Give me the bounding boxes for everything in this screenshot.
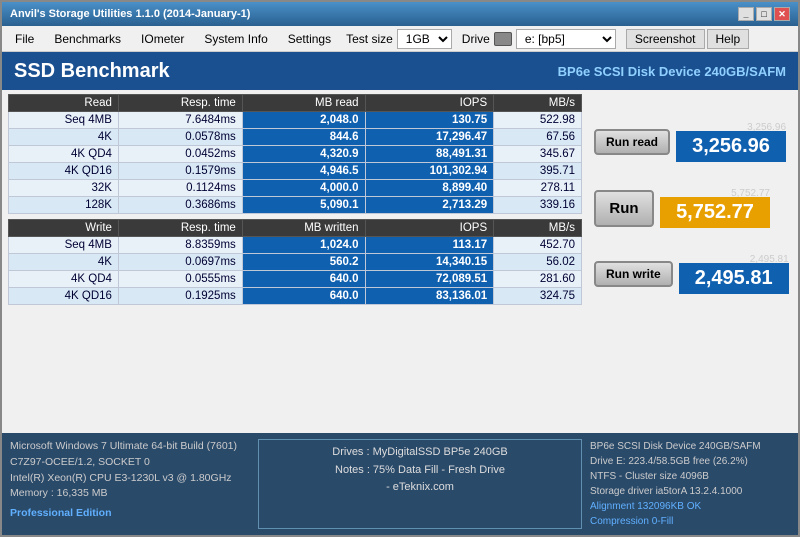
right-panel: Run read 3,256.96 3,256.96 Run 5,752.77 … [588,90,798,433]
write-col-mb: MB written [242,220,365,237]
read-score-box: 3,256.96 [676,131,786,162]
write-col-mbs: MB/s [494,220,582,237]
menu-benchmarks[interactable]: Benchmarks [45,29,130,49]
read-col-mbs: MB/s [494,95,582,112]
pro-edition-label: Professional Edition [10,506,250,522]
drive-select[interactable]: e: [bp5] [516,29,616,49]
drive-icon [494,32,512,46]
read-col-label: Read [9,95,119,112]
main-window: Anvil's Storage Utilities 1.1.0 (2014-Ja… [0,0,800,537]
write-col-iops: IOPS [365,220,494,237]
menu-system-info[interactable]: System Info [195,29,276,49]
sys-line1: Microsoft Windows 7 Ultimate 64-bit Buil… [10,439,250,455]
read-table-row: Seq 4MB7.6484ms2,048.0130.75522.98 [9,112,582,129]
device-info: BP6e SCSI Disk Device 240GB/SAFM [558,64,786,79]
drive-label: Drive [462,32,490,46]
notes-area: Drives : MyDigitalSSD BP5e 240GB Notes :… [258,439,582,529]
test-size-select[interactable]: 1GB [397,29,452,49]
write-header-row: Write Resp. time MB written IOPS MB/s [9,220,582,237]
notes-line2: Notes : 75% Data Fill - Fresh Drive [267,462,573,480]
maximize-button[interactable]: □ [756,7,772,21]
window-title: Anvil's Storage Utilities 1.1.0 (2014-Ja… [10,8,250,20]
bottom-area: Microsoft Windows 7 Ultimate 64-bit Buil… [2,433,798,535]
sys-line2: C7Z97-OCEE/1.2, SOCKET 0 [10,455,250,471]
read-table-row: 4K QD160.1579ms4,946.5101,302.94395.71 [9,163,582,180]
read-score-wrapper: 3,256.96 3,256.96 [676,122,786,162]
write-score-block: Run write 2,495.81 2,495.81 [594,254,792,294]
main-score-wrapper: 5,752.77 5,752.77 [660,188,770,228]
drive-detail-line3: NTFS - Cluster size 4096B [590,469,790,484]
main-score-block: Run 5,752.77 5,752.77 [594,188,792,228]
write-table-row: 4K0.0697ms560.214,340.1556.02 [9,254,582,271]
write-table-row: 4K QD40.0555ms640.072,089.51281.60 [9,271,582,288]
app-header: SSD Benchmark BP6e SCSI Disk Device 240G… [2,52,798,90]
main-score-box: 5,752.77 [660,197,770,228]
sys-line3: Intel(R) Xeon(R) CPU E3-1230L v3 @ 1.80G… [10,471,250,487]
sys-line4: Memory : 16,335 MB [10,486,250,502]
read-table-row: 32K0.1124ms4,000.08,899.40278.11 [9,180,582,197]
drive-detail-line5: Alignment 132096KB OK [590,499,790,514]
read-table-row: 4K0.0578ms844.617,296.4767.56 [9,129,582,146]
title-bar: Anvil's Storage Utilities 1.1.0 (2014-Ja… [2,2,798,26]
screenshot-button[interactable]: Screenshot [626,29,705,49]
benchmark-area: Read Resp. time MB read IOPS MB/s Seq 4M… [2,90,588,433]
read-table-row: 4K QD40.0452ms4,320.988,491.31345.67 [9,146,582,163]
read-score-block: Run read 3,256.96 3,256.96 [594,122,792,162]
run-button[interactable]: Run [594,190,654,227]
drive-detail-line4: Storage driver ia5torA 13.2.4.1000 [590,484,790,499]
read-col-mb: MB read [242,95,365,112]
help-button[interactable]: Help [707,29,750,49]
system-info: Microsoft Windows 7 Ultimate 64-bit Buil… [10,439,250,529]
read-table-row: 128K0.3686ms5,090.12,713.29339.16 [9,197,582,214]
run-read-button[interactable]: Run read [594,129,670,155]
menu-bar: File Benchmarks IOmeter System Info Sett… [2,26,798,52]
drive-group: Drive e: [bp5] [462,29,616,49]
read-col-resp: Resp. time [118,95,242,112]
menu-settings[interactable]: Settings [279,29,340,49]
drive-detail-line1: BP6e SCSI Disk Device 240GB/SAFM [590,439,790,454]
minimize-button[interactable]: _ [738,7,754,21]
write-col-label: Write [9,220,119,237]
write-score-box: 2,495.81 [679,263,789,294]
ssd-benchmark-title: SSD Benchmark [14,60,170,83]
write-col-resp: Resp. time [118,220,242,237]
test-size-label: Test size [346,32,393,46]
read-table: Read Resp. time MB read IOPS MB/s Seq 4M… [8,94,582,305]
read-col-iops: IOPS [365,95,494,112]
menu-file[interactable]: File [6,29,43,49]
write-table-row: 4K QD160.1925ms640.083,136.01324.75 [9,288,582,305]
window-controls: _ □ ✕ [738,7,790,21]
write-score-wrapper: 2,495.81 2,495.81 [679,254,789,294]
drive-detail-line6: Compression 0-Fill [590,514,790,529]
notes-line1: Drives : MyDigitalSSD BP5e 240GB [267,444,573,462]
close-button[interactable]: ✕ [774,7,790,21]
write-table-row: Seq 4MB8.8359ms1,024.0113.17452.70 [9,237,582,254]
drive-details: BP6e SCSI Disk Device 240GB/SAFM Drive E… [590,439,790,529]
notes-line3: - eTeknix.com [267,479,573,497]
test-size-group: Test size 1GB [346,29,452,49]
run-write-button[interactable]: Run write [594,261,673,287]
read-header-row: Read Resp. time MB read IOPS MB/s [9,95,582,112]
menu-iometer[interactable]: IOmeter [132,29,193,49]
drive-detail-line2: Drive E: 223.4/58.5GB free (26.2%) [590,454,790,469]
main-content: Read Resp. time MB read IOPS MB/s Seq 4M… [2,90,798,433]
